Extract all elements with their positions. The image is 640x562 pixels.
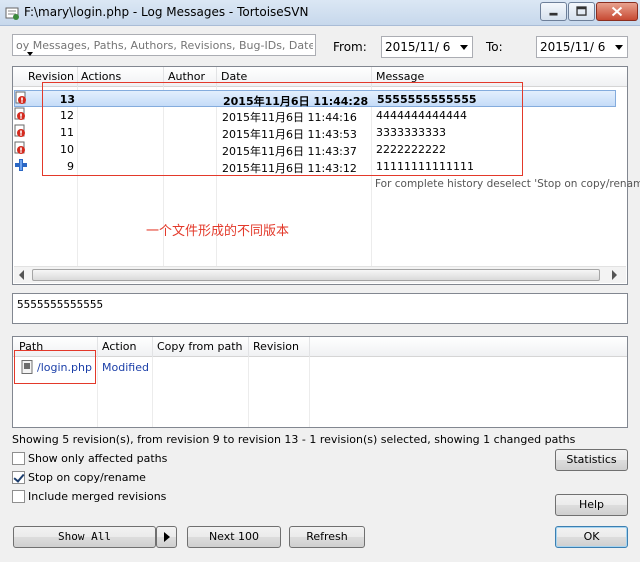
chevron-right-icon: [164, 532, 170, 542]
checkbox-box-checked[interactable]: [12, 471, 25, 484]
close-window-button[interactable]: [596, 2, 638, 21]
minimize-button[interactable]: [540, 2, 567, 21]
statistics-button[interactable]: Statistics: [555, 449, 628, 471]
scroll-right-icon[interactable]: [612, 270, 617, 280]
refresh-button[interactable]: Refresh: [289, 526, 365, 548]
search-input[interactable]: [13, 35, 313, 55]
annotation-box-path: [14, 350, 96, 384]
search-filter-dropdown-icon[interactable]: [27, 52, 33, 56]
show-all-dropdown-button[interactable]: [156, 526, 177, 548]
from-label: From:: [333, 40, 367, 54]
checkbox-label: Show only affected paths: [28, 452, 168, 465]
history-note: For complete history deselect 'Stop on c…: [375, 178, 640, 190]
from-date-value: 2015/11/ 6: [385, 40, 451, 54]
next-100-button[interactable]: Next 100: [187, 526, 281, 548]
chevron-down-icon[interactable]: [460, 45, 468, 50]
col-path-revision[interactable]: Revision: [253, 340, 299, 353]
ok-button[interactable]: OK: [555, 526, 628, 548]
to-date-picker[interactable]: 2015/11/ 6: [536, 36, 628, 58]
maximize-icon: [576, 6, 587, 16]
scroll-left-icon[interactable]: [19, 270, 24, 280]
changed-paths-list[interactable]: Path Action Copy from path Revision /log…: [12, 336, 628, 428]
log-message-box[interactable]: 5555555555555: [12, 293, 628, 324]
minimize-icon: [549, 12, 558, 16]
close-icon: [611, 6, 623, 17]
maximize-button[interactable]: [568, 2, 595, 21]
checkbox-box[interactable]: [12, 452, 25, 465]
col-copy-from-path[interactable]: Copy from path: [157, 340, 243, 353]
scroll-thumb[interactable]: [32, 269, 600, 281]
search-box[interactable]: [12, 34, 316, 56]
to-date-value: 2015/11/ 6: [540, 40, 606, 54]
checkbox-label: Include merged revisions: [28, 490, 167, 503]
help-button[interactable]: Help: [555, 494, 628, 516]
tortoisesvn-icon: [5, 7, 19, 20]
annotation-box-revisions: [42, 82, 523, 176]
annotation-text: 一个文件形成的不同版本: [146, 224, 290, 239]
title-bar: F:\mary\login.php - Log Messages - Torto…: [0, 0, 640, 26]
checkbox-box[interactable]: [12, 490, 25, 503]
col-action[interactable]: Action: [102, 340, 136, 353]
from-date-picker[interactable]: 2015/11/ 6: [381, 36, 473, 58]
show-all-button[interactable]: Show All: [13, 526, 156, 548]
log-list-hscrollbar[interactable]: [14, 266, 626, 283]
checkbox-label: Stop on copy/rename: [28, 471, 146, 484]
chevron-down-icon[interactable]: [615, 45, 623, 50]
changed-paths-header: Path Action Copy from path Revision: [13, 337, 627, 357]
to-label: To:: [486, 40, 503, 54]
window-title: F:\mary\login.php - Log Messages - Torto…: [24, 5, 309, 19]
status-text: Showing 5 revision(s), from revision 9 t…: [12, 433, 576, 446]
path-row-action: Modified: [102, 361, 149, 374]
